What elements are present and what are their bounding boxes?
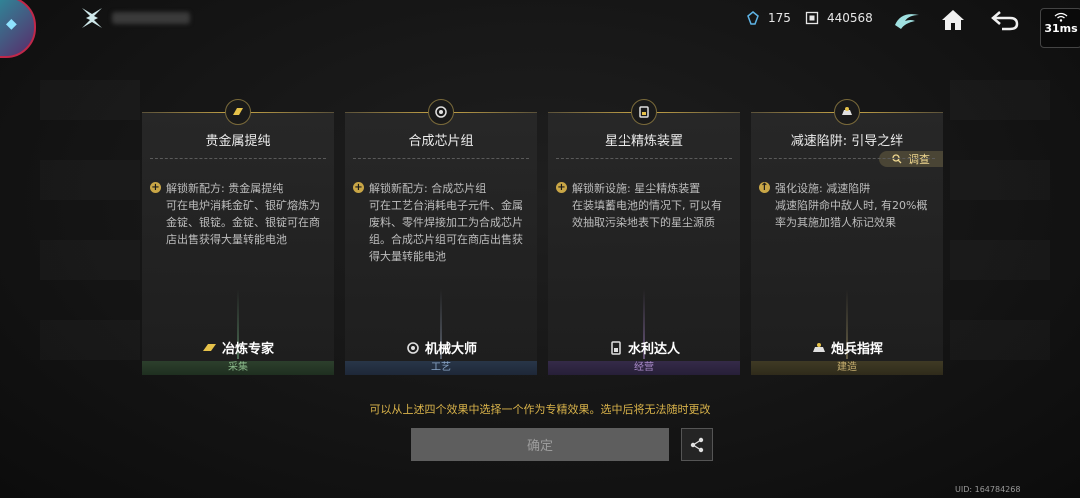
home-icon xyxy=(942,10,964,30)
home-button[interactable] xyxy=(938,6,968,34)
unlock-icon: + xyxy=(150,182,161,193)
chip-set-icon xyxy=(428,99,454,125)
confirm-label: 确定 xyxy=(526,439,553,454)
card-category: 采集 xyxy=(142,361,334,375)
card-category: 经营 xyxy=(548,361,740,375)
wifi-icon xyxy=(1054,12,1068,22)
card-description: + 解锁新配方: 合成芯片组 可在工艺台消耗电子元件、金属废料、零件焊接加工为合… xyxy=(353,180,529,265)
artillery-skill-icon xyxy=(812,342,825,352)
selection-hint: 可以从上述四个效果中选择一个作为专精效果。选中后将无法随时更改 xyxy=(369,403,711,416)
specialization-card-trap[interactable]: 减速陷阱: 引导之绊 调查 ↑ 强化设施: 减速陷阱 减速陷阱命中敌人时, 有2… xyxy=(751,99,943,375)
crystal-count: 175 xyxy=(768,11,791,25)
card-text: 解锁新配方: 合成芯片组 可在工艺台消耗电子元件、金属废料、零件焊接加工为合成芯… xyxy=(369,182,523,263)
card-text: 解锁新配方: 贵金属提纯 可在电炉消耗金矿、银矿熔炼为金锭、银锭。金锭、银锭可在… xyxy=(166,182,320,246)
back-icon xyxy=(991,11,1019,31)
gold-bar-icon xyxy=(225,99,251,125)
chip-icon xyxy=(805,11,819,25)
specialization-card-chipset[interactable]: 合成芯片组 + 解锁新配方: 合成芯片组 可在工艺台消耗电子元件、金属废料、零件… xyxy=(345,99,537,375)
card-divider xyxy=(150,158,326,159)
chip-resource: 440568 xyxy=(805,11,873,25)
card-description: ↑ 强化设施: 减速陷阱 减速陷阱命中敌人时, 有20%概率为其施加猎人标记效果 xyxy=(759,180,935,231)
inspect-label: 调查 xyxy=(908,153,930,166)
unlock-icon: + xyxy=(556,182,567,193)
card-title: 合成芯片组 xyxy=(408,134,474,149)
confirm-button[interactable]: 确定 xyxy=(411,428,669,461)
user-id: UID: 164784268 xyxy=(955,485,1021,494)
card-title: 星尘精炼装置 xyxy=(604,134,683,149)
inspect-button[interactable]: 调查 xyxy=(879,151,943,167)
mechanic-skill-icon xyxy=(407,341,419,354)
emblem-icon xyxy=(895,14,919,29)
card-skill: 冶炼专家 xyxy=(142,338,334,357)
card-description: + 解锁新配方: 贵金属提纯 可在电炉消耗金矿、银矿熔炼为金锭、银锭。金锭、银锭… xyxy=(150,180,326,248)
card-skill: 炮兵指挥 xyxy=(751,338,943,357)
card-skill: 机械大师 xyxy=(345,338,537,357)
card-category: 工艺 xyxy=(345,361,537,375)
network-ping: 31ms xyxy=(1040,8,1080,48)
card-skill: 水利达人 xyxy=(548,338,740,357)
skill-name: 冶炼专家 xyxy=(221,342,274,357)
card-text: 强化设施: 减速陷阱 减速陷阱命中敌人时, 有20%概率为其施加猎人标记效果 xyxy=(775,182,928,229)
ping-value: 31ms xyxy=(1044,22,1078,35)
water-skill-icon xyxy=(611,340,621,355)
card-divider xyxy=(353,158,529,159)
skill-name: 机械大师 xyxy=(424,342,477,357)
skill-name: 炮兵指挥 xyxy=(830,342,883,357)
upgrade-icon: ↑ xyxy=(759,182,770,193)
share-button[interactable] xyxy=(681,428,713,461)
chip-count: 440568 xyxy=(827,11,873,25)
blurred-title xyxy=(112,12,190,24)
skill-name: 水利达人 xyxy=(627,342,680,357)
crystal-resource: 175 xyxy=(746,11,791,25)
background-right-panel xyxy=(950,80,1050,400)
unlock-icon: + xyxy=(353,182,364,193)
specialization-card-stardust[interactable]: 星尘精炼装置 + 解锁新设施: 星尘精炼装置 在装填蓄电池的情况下, 可以有效抽… xyxy=(548,99,740,375)
card-title: 贵金属提纯 xyxy=(205,134,271,149)
search-icon xyxy=(892,154,902,164)
back-button[interactable] xyxy=(990,6,1020,34)
top-bar: ◆ 175 440568 31ms xyxy=(0,0,1080,58)
avatar-icon: ◆ xyxy=(6,16,17,32)
card-text: 解锁新设施: 星尘精炼装置 在装填蓄电池的情况下, 可以有效抽取污染地表下的星尘… xyxy=(572,182,722,229)
emblem-button[interactable] xyxy=(892,6,922,34)
card-title: 减速陷阱: 引导之绊 xyxy=(790,134,904,149)
specialization-card-smelting[interactable]: 贵金属提纯 + 解锁新配方: 贵金属提纯 可在电炉消耗金矿、银矿熔炼为金锭、银锭… xyxy=(142,99,334,375)
refinery-icon xyxy=(631,99,657,125)
smelting-skill-icon xyxy=(202,343,216,351)
card-category: 建造 xyxy=(751,361,943,375)
trap-icon xyxy=(834,99,860,125)
logo-icon[interactable] xyxy=(80,6,104,30)
background-left-panel xyxy=(40,80,140,400)
card-description: + 解锁新设施: 星尘精炼装置 在装填蓄电池的情况下, 可以有效抽取污染地表下的… xyxy=(556,180,732,231)
card-divider xyxy=(759,158,935,159)
share-icon xyxy=(690,437,704,452)
card-divider xyxy=(556,158,732,159)
crystal-icon xyxy=(747,11,759,25)
